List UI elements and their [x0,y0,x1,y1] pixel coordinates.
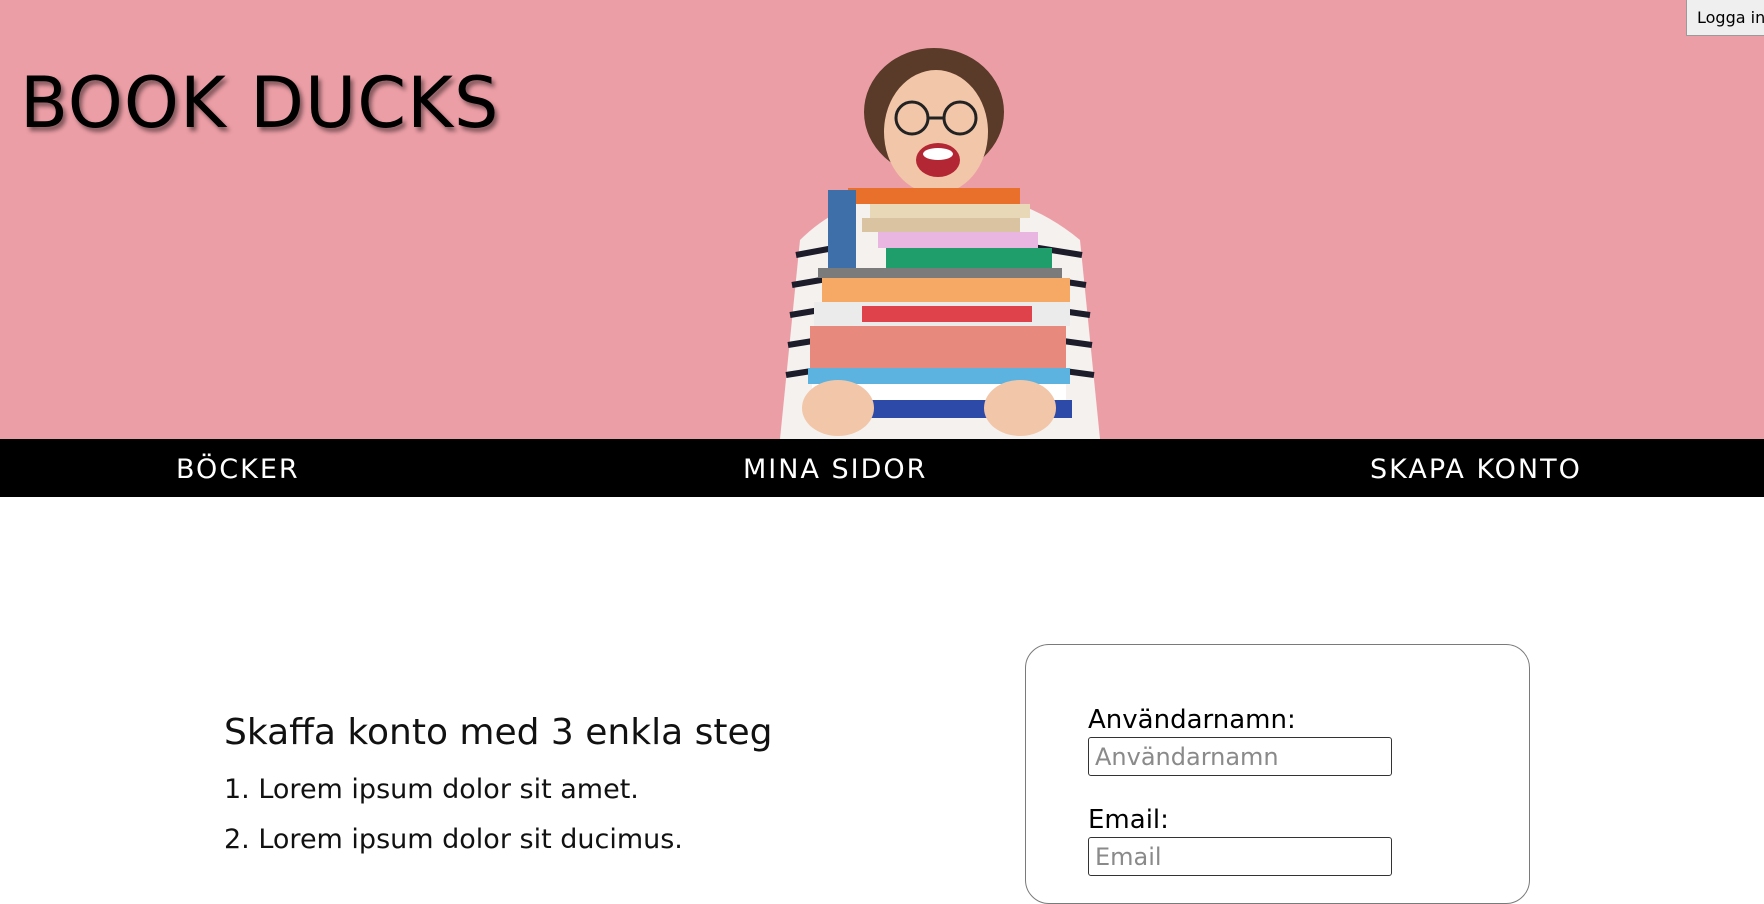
nav-item-create-account[interactable]: SKAPA KONTO [1370,439,1582,497]
username-label: Användarnamn: [1088,705,1296,735]
main-nav: BÖCKER MINA SIDOR SKAPA KONTO [0,439,1764,497]
email-input[interactable] [1088,837,1392,876]
login-button[interactable]: Logga in [1686,0,1764,36]
site-logo[interactable]: BOOK DUCKS [20,68,500,138]
username-input[interactable] [1088,737,1392,776]
step-item: 1. Lorem ipsum dolor sit amet. [224,774,639,805]
steps-section: Skaffa konto med 3 enkla steg 1. Lorem i… [224,712,773,855]
nav-item-my-pages[interactable]: MINA SIDOR [743,439,927,497]
hero-banner: BOOK DUCKS Logga in [0,0,1764,439]
signup-form: Användarnamn: Email: [1025,644,1530,904]
steps-title: Skaffa konto med 3 enkla steg [224,712,773,753]
step-item: 2. Lorem ipsum dolor sit ducimus. [224,824,683,855]
hero-image [780,48,1100,439]
nav-item-books[interactable]: BÖCKER [176,439,300,497]
email-label: Email: [1088,805,1169,835]
